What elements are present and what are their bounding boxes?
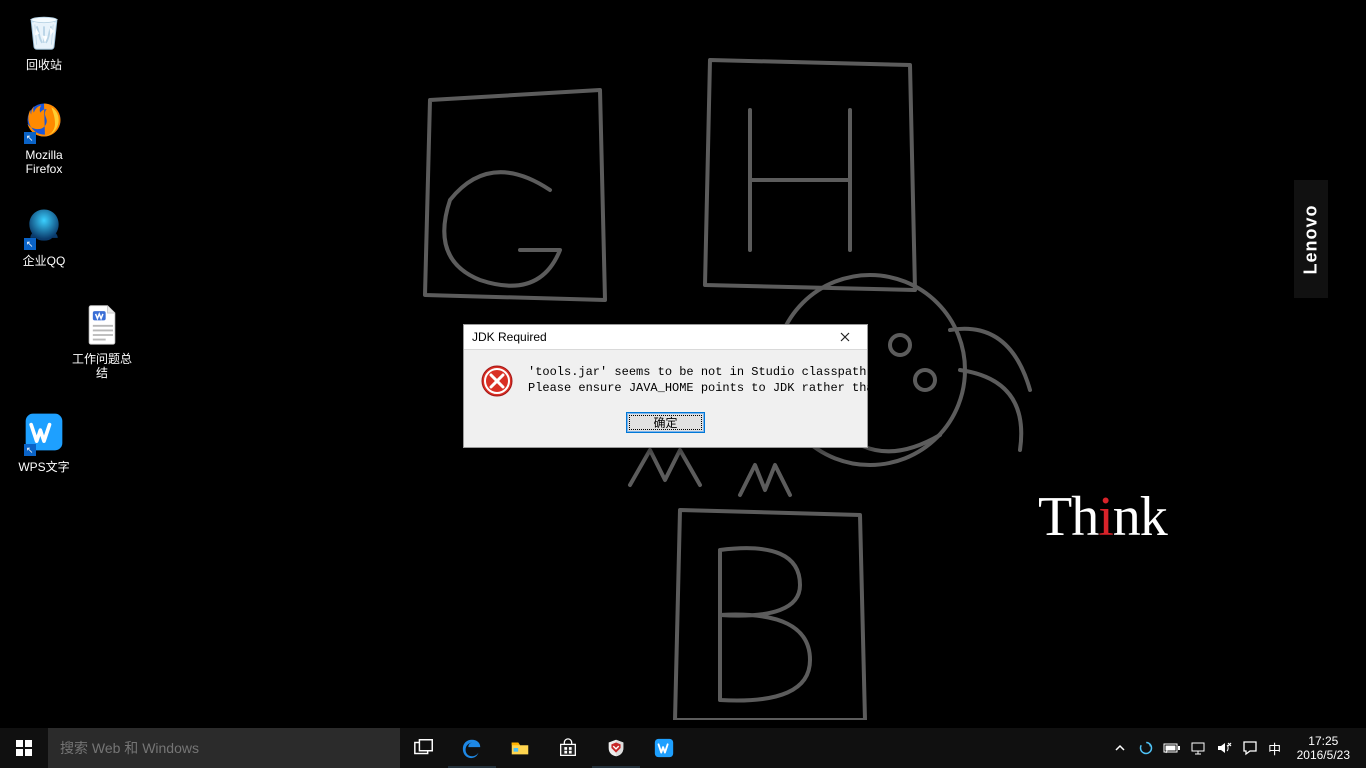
taskbar-search[interactable] <box>48 728 400 768</box>
sync-icon <box>1138 740 1154 756</box>
start-button[interactable] <box>0 728 48 768</box>
search-input[interactable] <box>60 740 388 756</box>
edge-icon <box>461 737 483 759</box>
volume-icon <box>1216 740 1232 756</box>
dialog-message: 'tools.jar' seems to be not in Studio cl… <box>528 364 917 398</box>
taskbar-app-edge[interactable] <box>448 728 496 768</box>
network-icon <box>1190 740 1206 756</box>
action-center-icon <box>1242 740 1258 756</box>
dialog-close-button[interactable] <box>822 325 867 350</box>
close-icon <box>840 332 850 342</box>
dialog-ok-button[interactable]: 确定 <box>626 412 704 433</box>
taskbar-app-mcafee[interactable] <box>592 728 640 768</box>
folder-icon <box>509 737 531 759</box>
system-tray: 中 17:25 2016/5/23 <box>1107 728 1366 768</box>
store-icon <box>557 737 579 759</box>
tray-action-center-icon[interactable] <box>1237 728 1263 768</box>
desktop-icon-label: 回收站 <box>6 58 82 72</box>
desktop-icon-label: Mozilla Firefox <box>6 148 82 176</box>
tray-ime-indicator[interactable]: 中 <box>1263 728 1287 768</box>
document-icon <box>78 300 126 348</box>
recycle-bin-icon <box>20 6 68 54</box>
desktop-icon-work-doc[interactable]: 工作问题总 结 <box>64 300 140 380</box>
qq-icon <box>20 202 68 250</box>
windows-logo-icon <box>16 740 32 756</box>
dialog-title: JDK Required <box>472 330 822 344</box>
battery-icon <box>1163 742 1181 754</box>
mcafee-icon <box>605 737 627 759</box>
shortcut-overlay-icon <box>24 444 36 456</box>
desktop-icon-enterprise-qq[interactable]: 企业QQ <box>6 202 82 268</box>
dialog-titlebar[interactable]: JDK Required <box>464 325 867 350</box>
clock-time: 17:25 <box>1308 734 1338 748</box>
desktop-icon-firefox[interactable]: Mozilla Firefox <box>6 96 82 176</box>
taskbar-spacer <box>688 728 1107 768</box>
desktop-icon-label: 工作问题总 结 <box>64 352 140 380</box>
clock-date: 2016/5/23 <box>1297 748 1350 762</box>
task-view-button[interactable] <box>400 728 448 768</box>
task-view-icon <box>413 737 435 759</box>
taskbar-app-store[interactable] <box>544 728 592 768</box>
tray-sync-icon[interactable] <box>1133 728 1159 768</box>
taskbar-app-file-explorer[interactable] <box>496 728 544 768</box>
desktop-icon-wps-writer[interactable]: WPS文字 <box>6 408 82 474</box>
shortcut-overlay-icon <box>24 238 36 250</box>
dialog-jdk-required: JDK Required 'tools.jar' seems to be not… <box>463 324 868 448</box>
tray-battery-icon[interactable] <box>1159 728 1185 768</box>
tray-network-icon[interactable] <box>1185 728 1211 768</box>
error-icon <box>480 364 514 398</box>
taskbar-app-wps[interactable] <box>640 728 688 768</box>
tray-overflow-button[interactable] <box>1107 728 1133 768</box>
wps-icon <box>20 408 68 456</box>
taskbar: 中 17:25 2016/5/23 <box>0 728 1366 768</box>
wps-icon <box>653 737 675 759</box>
tray-volume-icon[interactable] <box>1211 728 1237 768</box>
desktop-icon-label: WPS文字 <box>6 460 82 474</box>
taskbar-clock[interactable]: 17:25 2016/5/23 <box>1287 734 1360 762</box>
shortcut-overlay-icon <box>24 132 36 144</box>
firefox-icon <box>20 96 68 144</box>
desktop-icon-recycle-bin[interactable]: 回收站 <box>6 6 82 72</box>
desktop-icon-label: 企业QQ <box>6 254 82 268</box>
chevron-up-icon <box>1114 742 1126 754</box>
